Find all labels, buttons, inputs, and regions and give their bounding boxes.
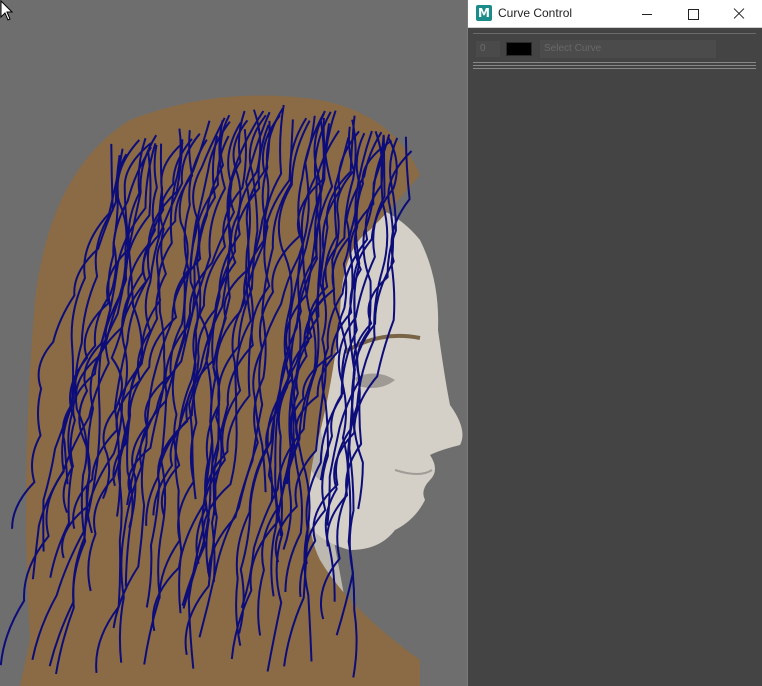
close-button[interactable] [716, 0, 762, 28]
section-separator [473, 62, 756, 70]
curve-control-window: M Curve Control 0 Select Curve [467, 0, 762, 686]
maximize-icon [687, 8, 699, 20]
mouse-cursor-icon [0, 0, 14, 21]
minimize-icon [642, 13, 652, 15]
curve-row: 0 Select Curve [474, 39, 757, 59]
top-separator [473, 33, 756, 34]
window-title: Curve Control [498, 6, 573, 20]
curve-color-swatch[interactable] [506, 42, 532, 56]
select-curve-button[interactable]: Select Curve [540, 40, 716, 58]
maya-app-icon: M [476, 5, 492, 21]
window-titlebar[interactable]: M Curve Control [468, 0, 762, 28]
curve-index-field[interactable]: 0 [476, 41, 500, 57]
minimize-button[interactable] [624, 0, 670, 28]
close-icon [733, 8, 745, 20]
maximize-button[interactable] [670, 0, 716, 28]
